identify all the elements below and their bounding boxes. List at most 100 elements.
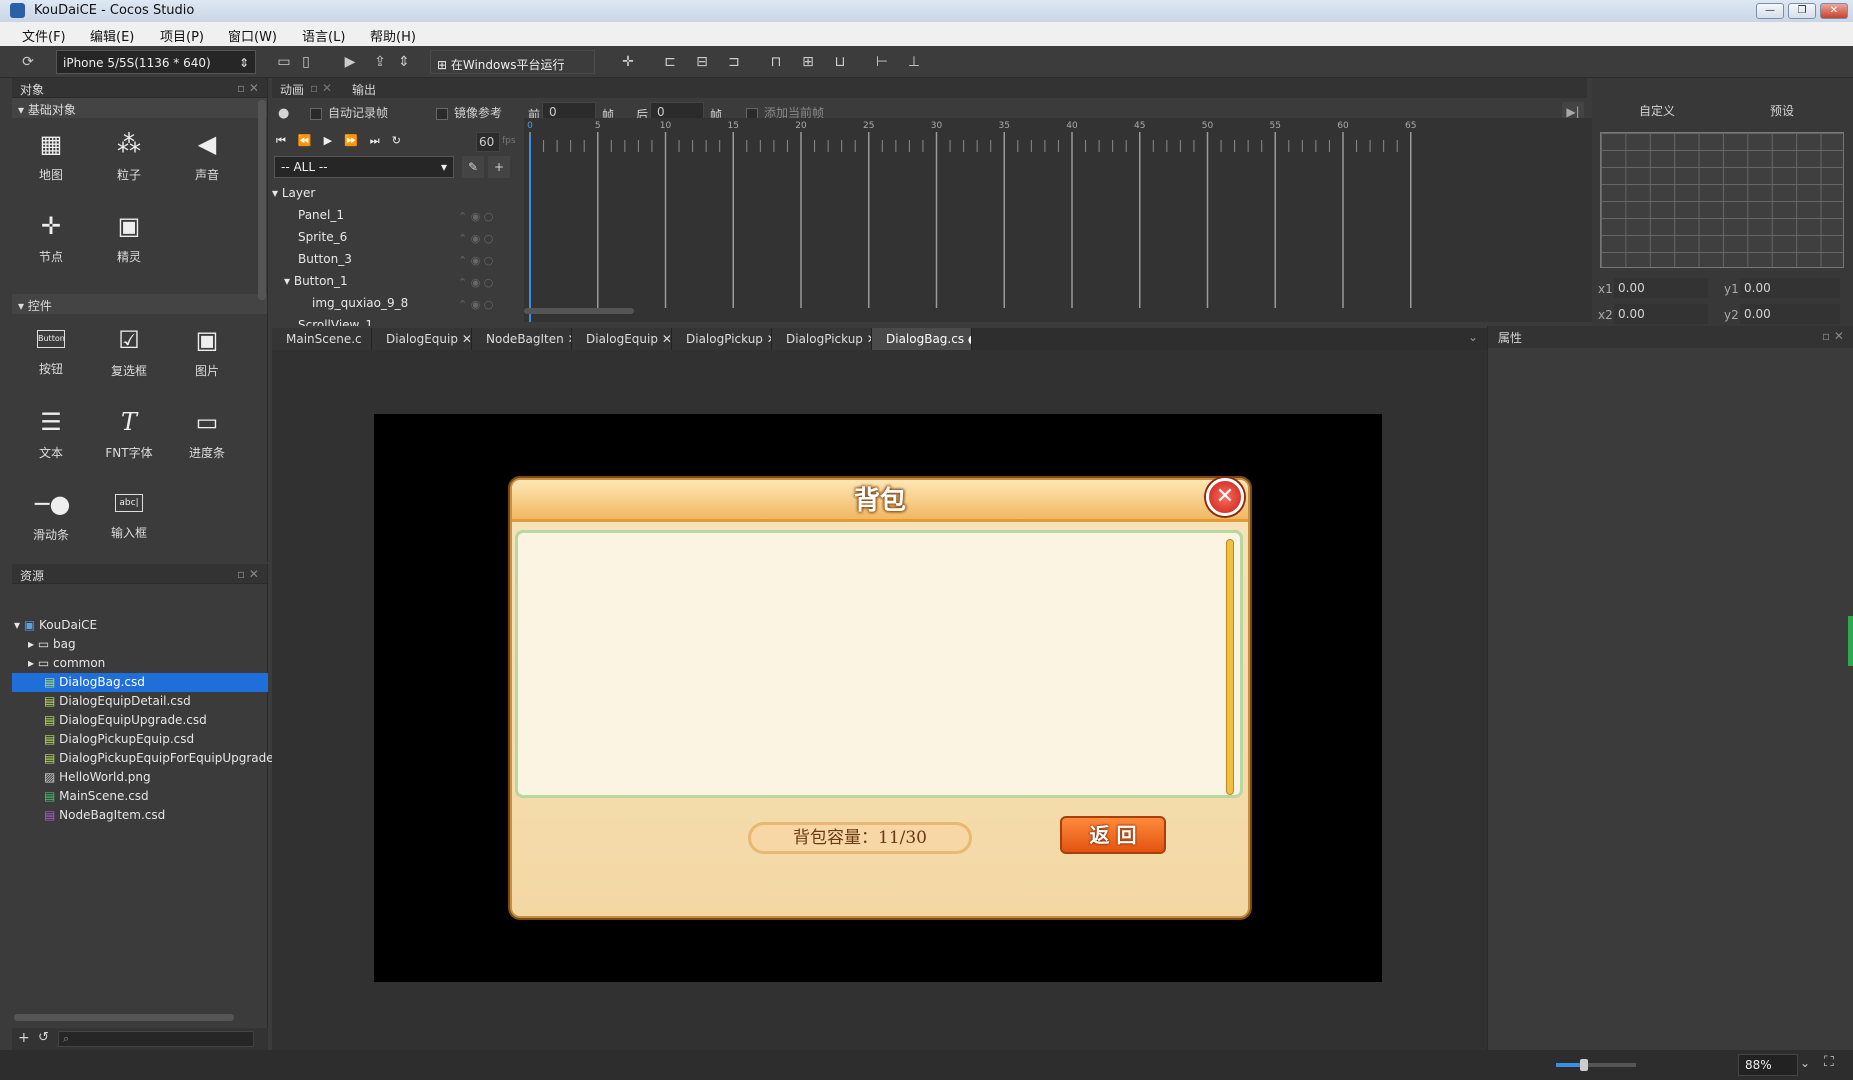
tile-image[interactable]: ▣ 图片 (168, 318, 246, 396)
play-icon[interactable]: ▶ (340, 53, 360, 71)
tile-checkbox[interactable]: ☑ 复选框 (90, 318, 168, 396)
rotate-device-icon[interactable]: ⟳ (18, 53, 38, 71)
tree-item[interactable]: ▤ DialogPickupEquipForEquipUpgrade. (44, 749, 277, 768)
loop-icon[interactable]: ↻ (392, 134, 413, 147)
maximize-button[interactable]: ❐ (1788, 3, 1816, 19)
next-frame-icon[interactable]: ⏩ (344, 134, 370, 147)
tile-text[interactable]: ☰ 文本 (12, 400, 90, 478)
tile-input[interactable]: abc| 输入框 (90, 482, 168, 560)
align-center-h-icon[interactable]: ⊟ (692, 53, 712, 71)
align-top-icon[interactable]: ⊓ (766, 53, 786, 71)
tree-item[interactable]: ▤ NodeBagItem.csd (44, 806, 165, 825)
controls-section-header[interactable]: ▾ 控件 (12, 294, 267, 314)
tab-preset[interactable]: 预设 (1722, 102, 1842, 119)
tile-node[interactable]: ✛ 节点 (12, 204, 90, 282)
menu-edit[interactable]: 编辑(E) (90, 26, 134, 45)
x1-input[interactable]: 0.00 (1614, 278, 1708, 298)
publish-icon[interactable]: ⇪ (370, 53, 390, 71)
refresh-icon[interactable]: ↺ (38, 1030, 49, 1045)
tree-item-folder[interactable]: ▸ ▭ bag (28, 635, 76, 654)
resources-hscrollbar[interactable] (14, 1014, 234, 1021)
resource-search-input[interactable]: ⌕ (58, 1031, 254, 1047)
prev-frame-icon[interactable]: ⏪ (298, 134, 324, 147)
scroll-indicator[interactable] (1848, 616, 1853, 666)
first-frame-icon[interactable]: ⏮ (276, 134, 298, 147)
layer-row[interactable]: Button_3 (298, 248, 352, 270)
fit-screen-icon[interactable]: ⛶ (1824, 1054, 1834, 1070)
tree-item-selected[interactable]: ▤ DialogBag.csd (12, 673, 268, 692)
layer-row[interactable]: ScrollView_1 (298, 314, 373, 326)
tree-item[interactable]: ▤ DialogEquipUpgrade.csd (44, 711, 207, 730)
timeline-hscrollbar[interactable] (524, 308, 634, 314)
distribute-v-icon[interactable]: ⊥ (904, 53, 924, 71)
menu-window[interactable]: 窗口(W) (228, 26, 277, 45)
add-icon[interactable]: + (18, 1030, 30, 1046)
close-icon[interactable]: ✕ (462, 332, 471, 346)
align-center-v-icon[interactable]: ⊞ (798, 53, 818, 71)
doc-tab[interactable]: DialogPickup ✕ (672, 328, 772, 350)
portrait-icon[interactable]: ▯ (296, 53, 316, 71)
panel-close-icon[interactable]: ▫ ✕ (1822, 329, 1844, 343)
playhead[interactable] (529, 136, 531, 322)
tab-animation[interactable]: 动画 (280, 81, 304, 98)
tile-sprite[interactable]: ▣ 精灵 (90, 204, 168, 282)
zoom-dropdown-icon[interactable]: ⌄ (1800, 1056, 1810, 1070)
panel-close-icon[interactable]: ▫ ✕ (237, 81, 259, 95)
last-frame-icon[interactable]: ⏭ (370, 134, 392, 147)
doc-tab[interactable]: DialogEquip ✕ (572, 328, 672, 350)
align-bottom-icon[interactable]: ⊔ (830, 53, 850, 71)
canvas-area[interactable]: 背包 ✕ 背包容量：11/30 返 回 (272, 350, 1487, 1050)
edit-icon[interactable]: ✎ (462, 156, 484, 178)
tile-particle[interactable]: ⁂ 粒子 (90, 122, 168, 200)
layer-row[interactable]: ▾ Layer (272, 182, 315, 204)
dialog-close-button[interactable]: ✕ (1206, 478, 1244, 516)
doc-tab-active[interactable]: DialogBag.cs ● (872, 328, 972, 350)
tile-map[interactable]: ▦ 地图 (12, 122, 90, 200)
tab-custom[interactable]: 自定义 (1592, 102, 1722, 119)
zoom-slider[interactable] (1556, 1059, 1636, 1071)
panel-close-icon[interactable]: ▫ ✕ (237, 567, 259, 581)
tile-slider[interactable]: ─● 滑动条 (12, 482, 90, 560)
tree-item[interactable]: ▨ HelloWorld.png (44, 768, 151, 787)
layer-visibility-icons[interactable]: ⌃ ◉ ○ ⌃ ◉ ○ ⌃ ◉ ○ ⌃ ◉ ○ ⌃ ◉ ○ (458, 206, 493, 316)
panel-close-icon[interactable]: ▫ ✕ (310, 81, 332, 95)
align-left-icon[interactable]: ⊏ (660, 53, 680, 71)
design-stage[interactable]: 背包 ✕ 背包容量：11/30 返 回 (374, 414, 1382, 982)
distribute-h-icon[interactable]: ⊢ (872, 53, 892, 71)
curve-grid[interactable] (1600, 132, 1844, 268)
menu-project[interactable]: 项目(P) (160, 26, 204, 45)
back-button[interactable]: 返 回 (1060, 816, 1166, 854)
doc-tab[interactable]: MainScene.c (272, 328, 372, 350)
align-right-icon[interactable]: ⊐ (724, 53, 744, 71)
tree-item[interactable]: ▤ DialogEquipDetail.csd (44, 692, 191, 711)
play-anim-icon[interactable]: ▶ (324, 134, 344, 147)
basic-section-header[interactable]: ▾ 基础对象 (12, 98, 267, 118)
tile-sound[interactable]: ◀ 声音 (168, 122, 246, 200)
menu-language[interactable]: 语言(L) (302, 26, 345, 45)
doc-tab[interactable]: DialogEquip ✕ (372, 328, 472, 350)
add-icon[interactable]: + (488, 156, 510, 178)
y2-input[interactable]: 0.00 (1740, 304, 1840, 324)
menu-help[interactable]: 帮助(H) (370, 26, 416, 45)
layer-row[interactable]: ▾ Button_1 (284, 270, 348, 292)
fps-input[interactable]: 60 (476, 132, 500, 152)
mirror-ref-checkbox[interactable]: 镜像参考 (436, 104, 502, 121)
doc-tab[interactable]: NodeBagIten ✕ (472, 328, 572, 350)
layer-row[interactable]: img_quxiao_9_8 (312, 292, 408, 314)
zoom-value[interactable]: 88% (1738, 1054, 1798, 1076)
auto-record-checkbox[interactable]: 自动记录帧 (310, 104, 388, 121)
menu-file[interactable]: 文件(F) (22, 26, 66, 45)
doc-tab[interactable]: DialogPickup ✕ (772, 328, 872, 350)
object-panel-scrollbar[interactable] (258, 100, 266, 300)
tree-root[interactable]: ▾ ▣ KouDaiCE (14, 616, 97, 635)
layer-row[interactable]: Panel_1 (298, 204, 344, 226)
zoom-slider-thumb[interactable] (1580, 1059, 1588, 1071)
close-button[interactable]: ✕ (1820, 3, 1848, 19)
record-icon[interactable]: ● (278, 106, 289, 121)
device-select[interactable]: iPhone 5/5S(1136 * 640) ⇕ (56, 50, 256, 74)
move-icon[interactable]: ✛ (618, 53, 638, 71)
publish-options-icon[interactable]: ⇕ (394, 53, 414, 71)
close-icon[interactable]: ✕ (662, 332, 671, 346)
x2-input[interactable]: 0.00 (1614, 304, 1708, 324)
tile-button[interactable]: Button 按钮 (12, 318, 90, 396)
